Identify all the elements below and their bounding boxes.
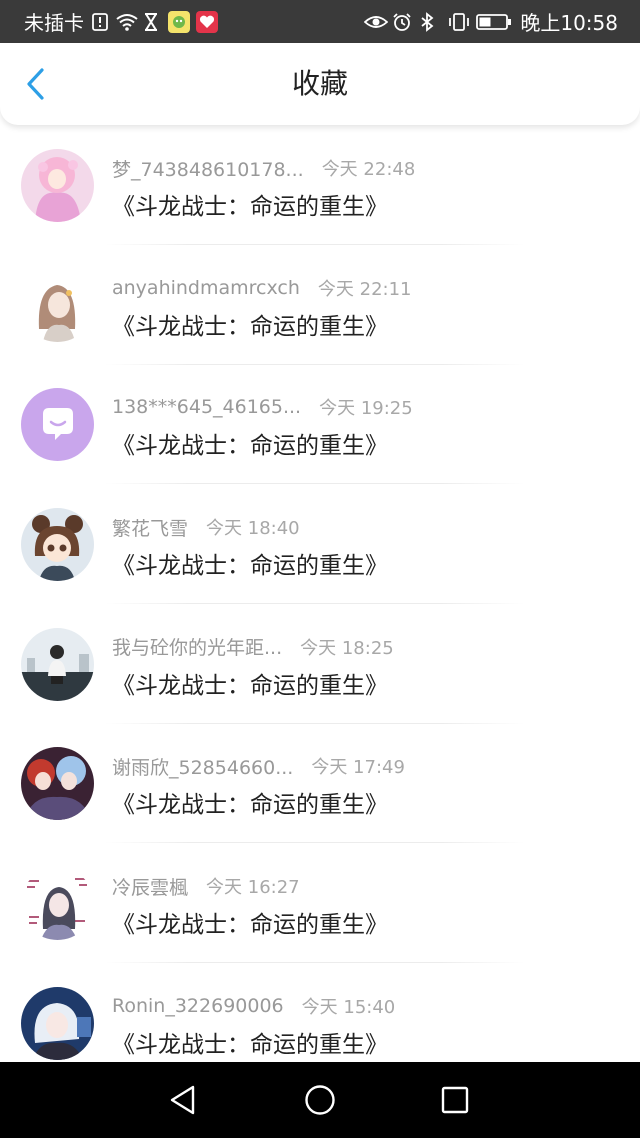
user-name[interactable]: 繁花飞雪 <box>112 514 188 541</box>
page-title: 收藏 <box>291 67 348 100</box>
favorite-title[interactable]: 《斗龙战士：命运的重生》 <box>112 785 388 819</box>
avatar <box>21 747 94 821</box>
user-name[interactable]: 我与砼你的光年距... <box>112 633 282 660</box>
nav-header: 收藏 <box>0 43 640 125</box>
clock-text: 晚上10:58 <box>520 11 618 35</box>
user-name[interactable]: 冷辰雲楓 <box>112 873 188 900</box>
favorite-title[interactable]: 《斗龙战士：命运的重生》 <box>112 426 388 460</box>
bluetooth-icon <box>420 11 440 32</box>
timestamp: 今天 22:48 <box>321 159 416 180</box>
status-bar: 未插卡 晚上10:58 <box>0 0 640 43</box>
user-name[interactable]: anyahindmamrcxch <box>112 277 300 299</box>
timestamp: 今天 18:25 <box>300 637 394 659</box>
item-meta: 梦_743848610178... 今天 22:48 <box>112 155 415 181</box>
nav-back-button[interactable] <box>163 1080 203 1120</box>
app-icon <box>168 10 190 33</box>
timestamp: 今天 18:40 <box>206 518 300 540</box>
timestamp: 今天 22:11 <box>317 278 412 300</box>
favorites-list: 梦_743848610178... 今天 22:48 《斗龙战士：命运的重生》 … <box>0 125 640 1062</box>
avatar <box>21 268 94 342</box>
avatar <box>21 388 94 462</box>
list-item[interactable]: 我与砼你的光年距... 今天 18:25 《斗龙战士：命运的重生》 <box>0 604 640 724</box>
nav-home-button[interactable] <box>300 1080 340 1120</box>
item-meta: anyahindmamrcxch 今天 22:11 <box>112 275 412 301</box>
square-recents-icon <box>441 1086 469 1114</box>
item-meta: 繁花飞雪 今天 18:40 <box>112 514 300 540</box>
list-item[interactable]: 谢雨欣_52854660... 今天 17:49 《斗龙战士：命运的重生》 <box>0 723 640 844</box>
wifi-icon <box>116 12 138 32</box>
list-item[interactable]: 繁花飞雪 今天 18:40 《斗龙战士：命运的重生》 <box>0 484 640 605</box>
status-right: 晚上10:58 <box>364 0 618 43</box>
item-meta: 冷辰雲楓 今天 16:27 <box>112 873 300 899</box>
list-item[interactable]: anyahindmamrcxch 今天 22:11 《斗龙战士：命运的重生》 <box>0 245 640 365</box>
timestamp: 今天 15:40 <box>301 996 396 1018</box>
avatar <box>21 627 94 701</box>
list-item[interactable]: 138***645_46165... 今天 19:25 《斗龙战士：命运的重生》 <box>0 364 640 485</box>
list-item[interactable]: 梦_743848610178... 今天 22:48 《斗龙战士：命运的重生》 <box>0 125 640 245</box>
status-left: 未插卡 <box>24 0 218 43</box>
list-item[interactable]: Ronin_322690006 今天 15:40 《斗龙战士：命运的重生》 <box>0 963 640 1062</box>
sim-alert-icon <box>90 12 110 32</box>
battery-icon <box>476 12 512 32</box>
nav-recents-button[interactable] <box>435 1080 475 1120</box>
favorite-title[interactable]: 《斗龙战士：命运的重生》 <box>112 187 388 221</box>
timestamp: 今天 16:27 <box>206 877 300 899</box>
triangle-back-icon <box>168 1084 198 1116</box>
hourglass-icon <box>142 12 162 32</box>
user-name[interactable]: 138***645_46165... <box>112 396 301 418</box>
app-heart-icon <box>196 10 218 33</box>
item-meta: 我与砼你的光年距... 今天 18:25 <box>112 634 394 660</box>
avatar <box>21 149 94 222</box>
favorite-title[interactable]: 《斗龙战士：命运的重生》 <box>112 546 388 580</box>
favorite-title[interactable]: 《斗龙战士：命运的重生》 <box>112 1025 388 1059</box>
user-name[interactable]: 梦_743848610178... <box>112 155 304 182</box>
avatar <box>21 867 94 941</box>
favorite-title[interactable]: 《斗龙战士：命运的重生》 <box>112 905 388 939</box>
item-meta: 138***645_46165... 今天 19:25 <box>112 394 413 420</box>
item-meta: 谢雨欣_52854660... 今天 17:49 <box>112 753 405 779</box>
chevron-left-icon <box>24 67 46 101</box>
user-name[interactable]: Ronin_322690006 <box>112 995 284 1017</box>
user-name[interactable]: 谢雨欣_52854660... <box>112 753 293 780</box>
list-item[interactable]: 冷辰雲楓 今天 16:27 《斗龙战士：命运的重生》 <box>0 843 640 964</box>
eye-icon <box>364 12 389 32</box>
timestamp: 今天 19:25 <box>319 398 413 420</box>
timestamp: 今天 17:49 <box>311 757 405 779</box>
back-button[interactable] <box>14 63 56 105</box>
carrier-text: 未插卡 <box>24 11 84 35</box>
favorite-title[interactable]: 《斗龙战士：命运的重生》 <box>112 307 388 341</box>
circle-home-icon <box>304 1084 336 1116</box>
system-nav-bar <box>0 1062 640 1138</box>
avatar <box>21 986 94 1060</box>
favorite-title[interactable]: 《斗龙战士：命运的重生》 <box>112 666 388 700</box>
alarm-icon <box>392 12 412 32</box>
vibrate-icon <box>448 12 470 32</box>
item-meta: Ronin_322690006 今天 15:40 <box>112 993 395 1019</box>
avatar <box>21 508 94 582</box>
screen: 未插卡 晚上10:58 收藏 梦_743848610178... 今天 22:4… <box>0 0 640 1138</box>
